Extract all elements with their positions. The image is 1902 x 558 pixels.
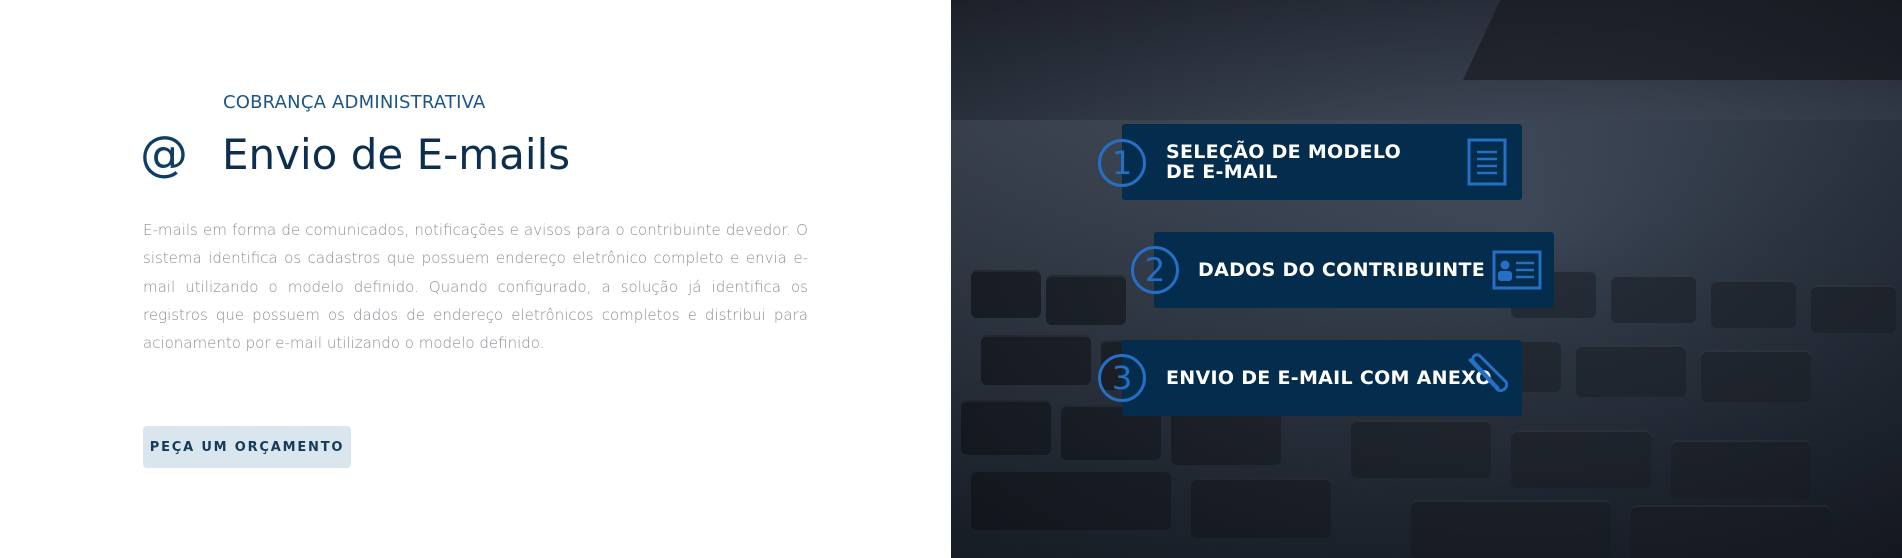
- step-3-card: ENVIO DE E-MAIL COM ANEXO: [1122, 340, 1522, 416]
- step-1-card: SELEÇÃO DE MODELO DE E-MAIL: [1122, 124, 1522, 200]
- step-3-number: 3: [1098, 354, 1146, 402]
- step-1-number: 1: [1098, 139, 1146, 187]
- description-text: E-mails em forma de comunicados, notific…: [143, 221, 808, 353]
- paperclip-icon: [1468, 353, 1509, 393]
- at-sign-icon: @: [140, 126, 188, 182]
- page-title: Envio de E-mails: [222, 130, 571, 179]
- step-2-label: DADOS DO CONTRIBUINTE: [1198, 259, 1486, 281]
- section-eyebrow: COBRANÇA ADMINISTRATIVA: [223, 92, 486, 113]
- document-icon: [1467, 138, 1507, 186]
- step-2-card: DADOS DO CONTRIBUINTE: [1154, 232, 1554, 308]
- id-card-icon: [1492, 250, 1542, 290]
- hero-section: @ COBRANÇA ADMINISTRATIVA Envio de E-mai…: [0, 0, 951, 558]
- step-1-label: SELEÇÃO DE MODELO DE E-MAIL: [1166, 141, 1402, 183]
- image-panel: SELEÇÃO DE MODELO DE E-MAIL 1 DADOS DO C…: [951, 0, 1902, 558]
- request-quote-button[interactable]: PEÇA UM ORÇAMENTO: [143, 426, 351, 468]
- step-3-label: ENVIO DE E-MAIL COM ANEXO: [1166, 367, 1492, 389]
- step-2-number: 2: [1131, 246, 1179, 294]
